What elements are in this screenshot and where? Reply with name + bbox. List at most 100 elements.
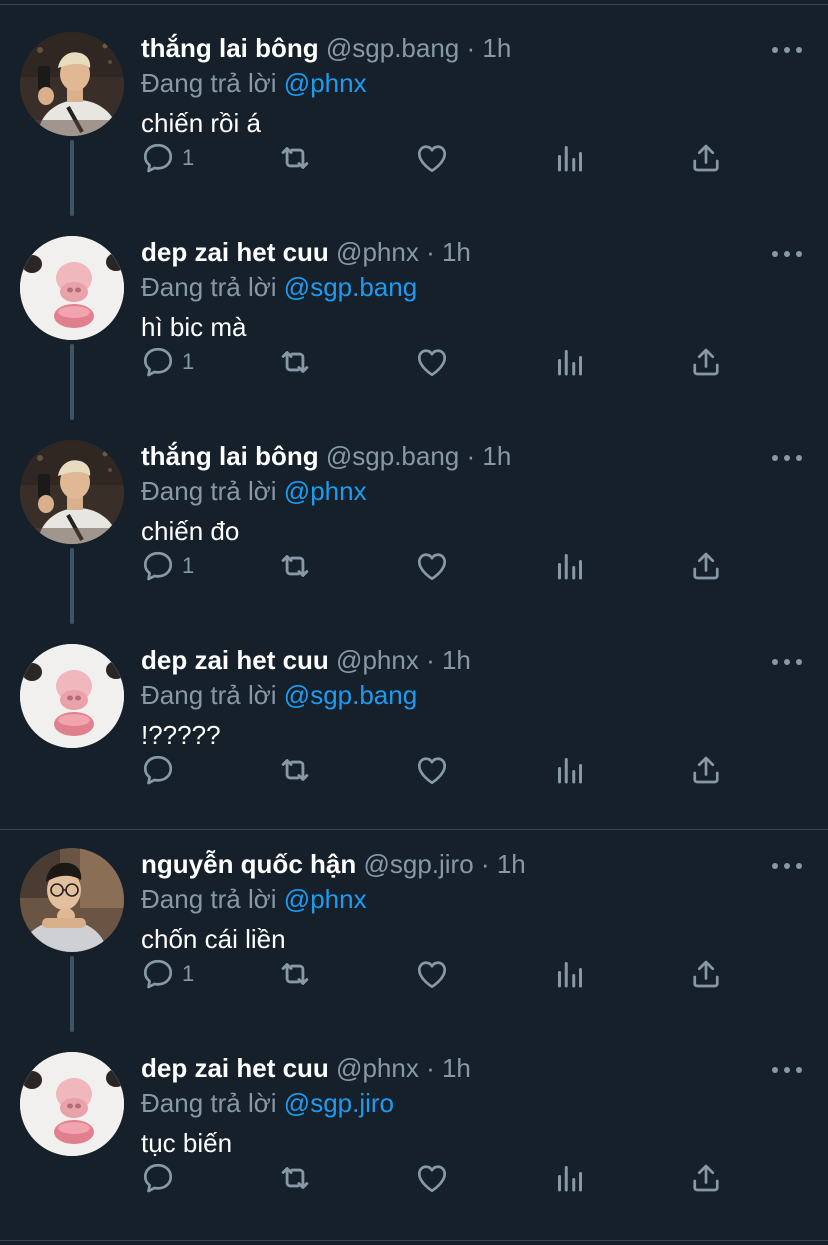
user-handle[interactable]: @phnx bbox=[336, 645, 419, 675]
timestamp[interactable]: 1h bbox=[497, 849, 526, 879]
share-button[interactable] bbox=[688, 546, 724, 586]
retweet-button[interactable] bbox=[276, 1158, 314, 1198]
display-name[interactable]: nguyễn quốc hận bbox=[141, 849, 356, 879]
retweet-button[interactable] bbox=[276, 138, 314, 178]
views-button[interactable] bbox=[552, 954, 588, 994]
reply-mention-link[interactable]: @sgp.bang bbox=[284, 680, 417, 710]
views-button[interactable] bbox=[552, 1158, 588, 1198]
tweet-text: chốn cái liền bbox=[141, 924, 286, 954]
retweet-icon bbox=[276, 955, 314, 993]
display-name[interactable]: thắng lai bông bbox=[141, 441, 319, 471]
like-button[interactable] bbox=[414, 138, 450, 178]
tweet-content: thắng lai bông @sgp.bang · 1h Đang trả l… bbox=[141, 30, 808, 140]
share-button[interactable] bbox=[688, 1158, 724, 1198]
analytics-icon bbox=[552, 956, 588, 992]
reply-button[interactable]: 1 bbox=[140, 546, 194, 586]
tweet[interactable]: thắng lai bông @sgp.bang · 1h Đang trả l… bbox=[0, 408, 828, 612]
more-options-icon[interactable] bbox=[772, 448, 802, 468]
reply-mention-link[interactable]: @sgp.bang bbox=[284, 272, 417, 302]
share-button[interactable] bbox=[688, 342, 724, 382]
reply-count: 1 bbox=[182, 553, 195, 578]
reply-mention-link[interactable]: @sgp.jiro bbox=[284, 1088, 394, 1118]
timestamp[interactable]: 1h bbox=[442, 1053, 471, 1083]
tweet-actions: 1 bbox=[140, 138, 740, 178]
like-button[interactable] bbox=[414, 546, 450, 586]
tweet-header: nguyễn quốc hận @sgp.jiro · 1h bbox=[141, 846, 808, 882]
replying-to: Đang trả lời @phnx bbox=[141, 66, 808, 100]
tweet-actions: 1 bbox=[140, 954, 740, 994]
tweet-content: dep zai het cuu @phnx · 1h Đang trả lời … bbox=[141, 234, 808, 344]
like-button[interactable] bbox=[414, 342, 450, 382]
timestamp[interactable]: 1h bbox=[482, 33, 511, 63]
avatar[interactable] bbox=[20, 32, 124, 136]
avatar[interactable] bbox=[20, 644, 124, 748]
user-handle[interactable]: @phnx bbox=[336, 237, 419, 267]
retweet-button[interactable] bbox=[276, 546, 314, 586]
avatar[interactable] bbox=[20, 848, 124, 952]
share-icon bbox=[688, 548, 724, 584]
tweet[interactable]: dep zai het cuu @phnx · 1h Đang trả lời … bbox=[0, 204, 828, 408]
tweet-actions: 1 bbox=[140, 546, 740, 586]
tweet-content: nguyễn quốc hận @sgp.jiro · 1h Đang trả … bbox=[141, 846, 808, 956]
display-name[interactable]: dep zai het cuu bbox=[141, 1053, 329, 1083]
avatar[interactable] bbox=[20, 1052, 124, 1156]
share-button[interactable] bbox=[688, 138, 724, 178]
retweet-button[interactable] bbox=[276, 342, 314, 382]
user-handle[interactable]: @sgp.bang bbox=[326, 33, 459, 63]
tweet[interactable]: dep zai het cuu @phnx · 1h Đang trả lời … bbox=[0, 612, 828, 816]
tweet-actions bbox=[140, 1158, 740, 1198]
reply-icon bbox=[140, 1160, 176, 1196]
tweet[interactable]: nguyễn quốc hận @sgp.jiro · 1h Đang trả … bbox=[0, 816, 828, 1020]
more-options-icon[interactable] bbox=[772, 1060, 802, 1080]
more-options-icon[interactable] bbox=[772, 244, 802, 264]
views-button[interactable] bbox=[552, 342, 588, 382]
heart-icon bbox=[414, 140, 450, 176]
tweet[interactable]: thắng lai bông @sgp.bang · 1h Đang trả l… bbox=[0, 0, 828, 204]
tweet-content: dep zai het cuu @phnx · 1h Đang trả lời … bbox=[141, 642, 808, 752]
display-name[interactable]: dep zai het cuu bbox=[141, 645, 329, 675]
reply-prefix: Đang trả lời bbox=[141, 680, 277, 710]
views-button[interactable] bbox=[552, 750, 588, 790]
tweet-text: hì bic mà bbox=[141, 312, 247, 342]
separator-dot: · bbox=[466, 441, 476, 471]
reply-button[interactable]: 1 bbox=[140, 138, 194, 178]
tweet-header: dep zai het cuu @phnx · 1h bbox=[141, 1050, 808, 1086]
timestamp[interactable]: 1h bbox=[482, 441, 511, 471]
share-button[interactable] bbox=[688, 750, 724, 790]
display-name[interactable]: dep zai het cuu bbox=[141, 237, 329, 267]
like-button[interactable] bbox=[414, 1158, 450, 1198]
retweet-button[interactable] bbox=[276, 954, 314, 994]
reply-mention-link[interactable]: @phnx bbox=[284, 68, 367, 98]
like-button[interactable] bbox=[414, 954, 450, 994]
reply-icon bbox=[140, 752, 176, 788]
share-button[interactable] bbox=[688, 954, 724, 994]
views-button[interactable] bbox=[552, 138, 588, 178]
reply-button[interactable] bbox=[140, 1158, 182, 1198]
display-name[interactable]: thắng lai bông bbox=[141, 33, 319, 63]
person-photo-avatar-icon bbox=[20, 32, 124, 136]
reply-mention-link[interactable]: @phnx bbox=[284, 476, 367, 506]
more-options-icon[interactable] bbox=[772, 652, 802, 672]
user-handle[interactable]: @phnx bbox=[336, 1053, 419, 1083]
avatar[interactable] bbox=[20, 440, 124, 544]
heart-icon bbox=[414, 752, 450, 788]
more-options-icon[interactable] bbox=[772, 40, 802, 60]
analytics-icon bbox=[552, 140, 588, 176]
user-handle[interactable]: @sgp.jiro bbox=[363, 849, 473, 879]
like-button[interactable] bbox=[414, 750, 450, 790]
timestamp[interactable]: 1h bbox=[442, 645, 471, 675]
retweet-button[interactable] bbox=[276, 750, 314, 790]
reply-button[interactable]: 1 bbox=[140, 954, 194, 994]
more-options-icon[interactable] bbox=[772, 856, 802, 876]
reply-mention-link[interactable]: @phnx bbox=[284, 884, 367, 914]
timestamp[interactable]: 1h bbox=[442, 237, 471, 267]
reply-button[interactable] bbox=[140, 750, 182, 790]
tweet[interactable]: dep zai het cuu @phnx · 1h Đang trả lời … bbox=[0, 1020, 828, 1224]
avatar[interactable] bbox=[20, 236, 124, 340]
user-handle[interactable]: @sgp.bang bbox=[326, 441, 459, 471]
replying-to: Đang trả lời @sgp.bang bbox=[141, 678, 808, 712]
analytics-icon bbox=[552, 548, 588, 584]
reply-button[interactable]: 1 bbox=[140, 342, 194, 382]
views-button[interactable] bbox=[552, 546, 588, 586]
retweet-icon bbox=[276, 751, 314, 789]
